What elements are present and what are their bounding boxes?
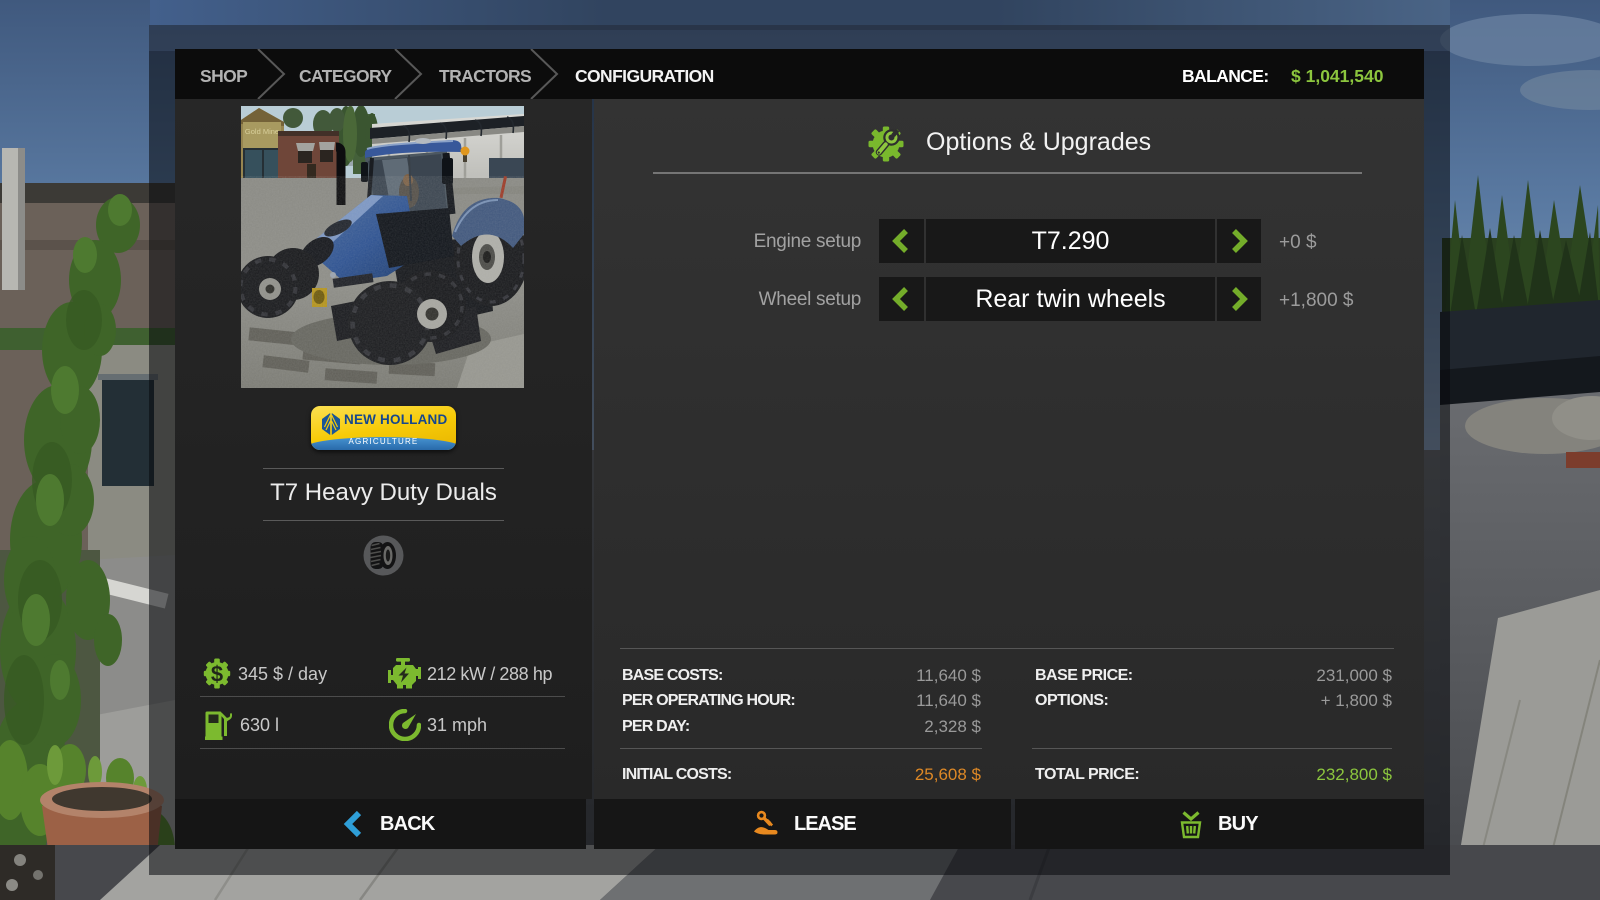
- svg-text:Gold Mine: Gold Mine: [245, 127, 279, 136]
- svg-text:$: $: [211, 662, 223, 687]
